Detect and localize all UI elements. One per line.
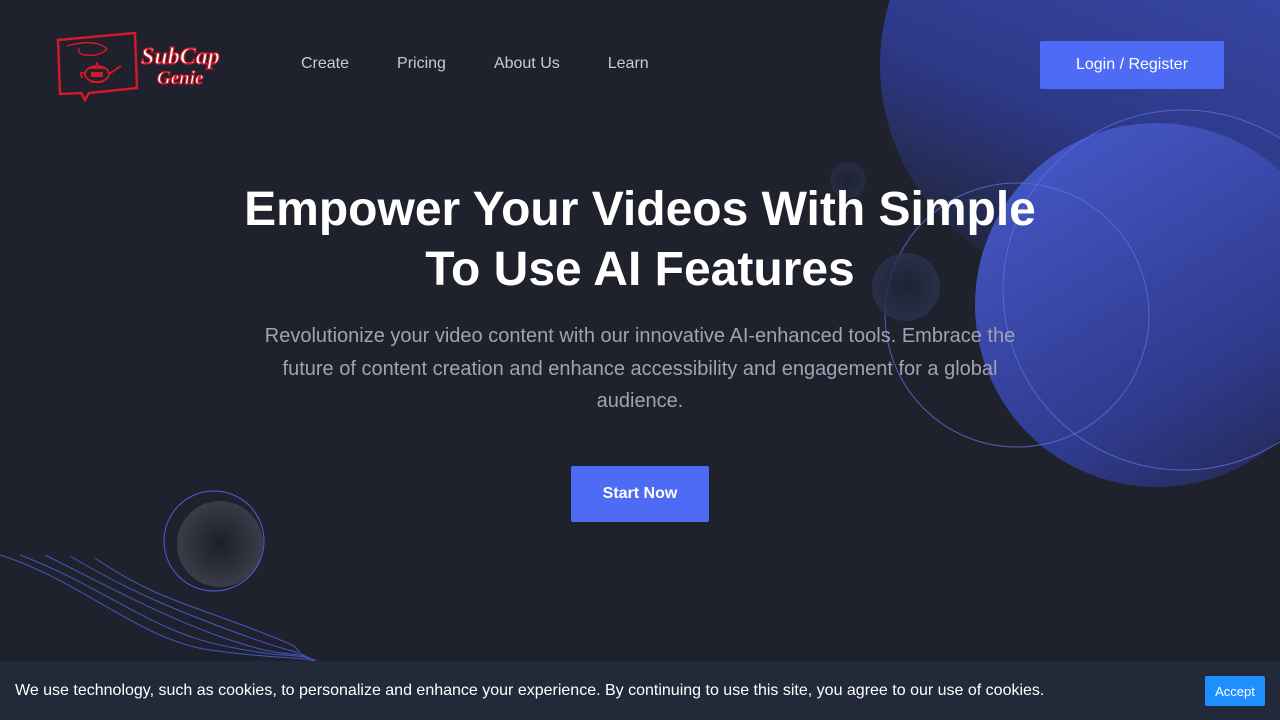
logo-text-subcap: SubCap [141, 44, 220, 70]
main-nav: Create Pricing About Us Learn [277, 44, 673, 84]
mid-circle-shape [975, 123, 1280, 487]
dark-orb-shape [177, 501, 263, 587]
subcap-genie-logo[interactable]: SubCap Genie [55, 30, 225, 102]
nav-pricing[interactable]: Pricing [373, 44, 470, 84]
cookie-message: We use technology, such as cookies, to p… [15, 682, 1045, 699]
logo-text-genie: Genie [157, 68, 204, 89]
genie-lamp-icon [80, 62, 122, 83]
hero-title: Empower Your Videos With Simple To Use A… [244, 183, 1036, 296]
start-now-button[interactable]: Start Now [571, 466, 709, 522]
nav-create[interactable]: Create [277, 44, 373, 84]
nav-learn[interactable]: Learn [584, 44, 673, 84]
dark-orb-outline [163, 490, 265, 592]
cookie-consent-bar: We use technology, such as cookies, to p… [0, 661, 1280, 720]
accept-cookies-button[interactable]: Accept [1205, 676, 1265, 706]
hero-subtitle: Revolutionize your video content with ou… [264, 325, 1016, 412]
wave-lines [0, 554, 321, 663]
login-register-button[interactable]: Login / Register [1040, 41, 1224, 89]
landing-page: SubCap Genie Create Pricing About Us Lea… [0, 0, 1280, 720]
nav-about-us[interactable]: About Us [470, 44, 584, 84]
